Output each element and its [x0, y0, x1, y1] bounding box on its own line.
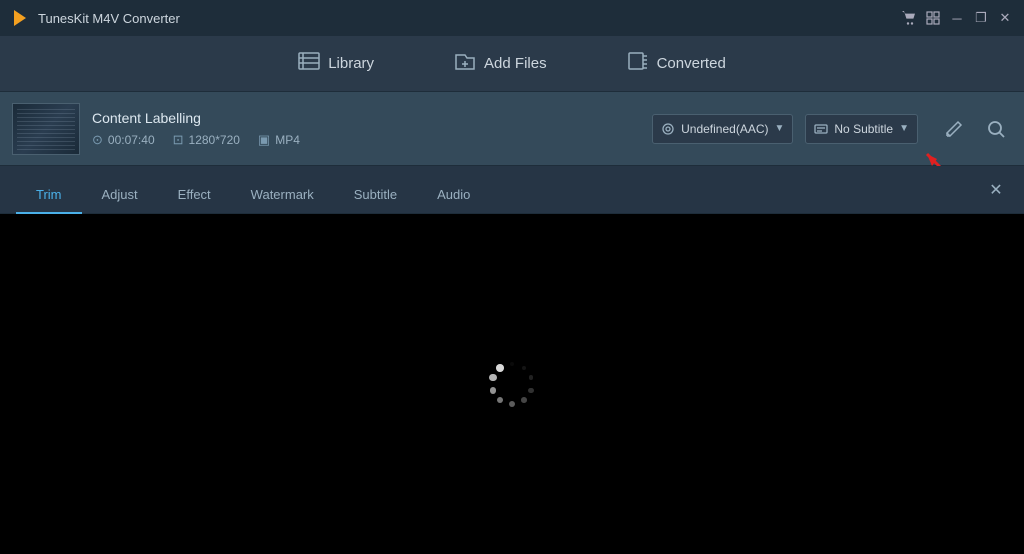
nav-converted-label: Converted — [657, 55, 726, 72]
title-bar: TunesKit M4V Converter ─ ❐ ✕ — [0, 0, 1024, 36]
close-editor-button[interactable]: ✕ — [984, 178, 1008, 202]
library-icon — [298, 52, 320, 75]
spinner-dot — [496, 364, 504, 372]
tab-subtitle-label: Subtitle — [354, 187, 397, 202]
spinner-dot — [510, 362, 514, 366]
tab-audio[interactable]: Audio — [417, 177, 490, 214]
restore-button[interactable]: ❐ — [972, 9, 990, 27]
title-bar-controls: ─ ❐ ✕ — [900, 9, 1014, 27]
top-right-icons — [938, 113, 1012, 145]
clock-icon: ⊙ — [92, 132, 103, 148]
add-files-icon — [454, 51, 476, 76]
monitor-icon: ⊡ — [173, 132, 184, 148]
audio-icon — [661, 122, 675, 136]
tab-audio-label: Audio — [437, 187, 470, 202]
resolution-meta: ⊡ 1280*720 — [173, 132, 240, 148]
tab-watermark[interactable]: Watermark — [231, 177, 334, 214]
subtitle-value: No Subtitle — [834, 122, 893, 136]
subtitle-arrow-icon: ▼ — [899, 123, 909, 134]
video-preview — [0, 214, 1024, 554]
app-logo-icon — [10, 8, 30, 28]
spinner-dot — [522, 366, 526, 370]
file-info: Content Labelling ⊙ 00:07:40 ⊡ 1280*720 … — [92, 110, 640, 148]
audio-dropdown[interactable]: Undefined(AAC) ▼ — [652, 114, 793, 144]
nav-converted[interactable]: Converted — [617, 45, 736, 82]
app-title: TunesKit M4V Converter — [38, 11, 180, 26]
format-meta: ▣ MP4 — [258, 132, 300, 148]
nav-library[interactable]: Library — [288, 46, 384, 81]
spinner-dot — [490, 387, 497, 394]
close-button[interactable]: ✕ — [996, 9, 1014, 27]
file-thumbnail — [12, 103, 80, 155]
thumbnail-image — [13, 104, 79, 154]
converted-icon — [627, 51, 649, 76]
audio-arrow-icon: ▼ — [774, 123, 784, 134]
edit-button[interactable] — [938, 113, 970, 145]
title-bar-left: TunesKit M4V Converter — [10, 8, 180, 28]
spinner-dot — [489, 374, 496, 381]
duration-meta: ⊙ 00:07:40 — [92, 132, 155, 148]
audio-value: Undefined(AAC) — [681, 122, 768, 136]
tab-effect[interactable]: Effect — [158, 177, 231, 214]
nav-library-label: Library — [328, 55, 374, 72]
subtitle-icon — [814, 122, 828, 136]
tab-adjust-label: Adjust — [102, 187, 138, 202]
editor-tabs: Trim Adjust Effect Watermark Subtitle Au… — [0, 166, 1024, 214]
spinner-dot — [521, 397, 527, 403]
content-row: Content Labelling ⊙ 00:07:40 ⊡ 1280*720 … — [0, 92, 1024, 166]
spinner-dot — [509, 401, 515, 407]
format-value: MP4 — [275, 133, 300, 147]
nav-add-files-label: Add Files — [484, 55, 547, 72]
tab-adjust[interactable]: Adjust — [82, 177, 158, 214]
tab-trim-label: Trim — [36, 187, 62, 202]
window-tiles-icon[interactable] — [924, 9, 942, 27]
resolution-value: 1280*720 — [189, 133, 240, 147]
duration-value: 00:07:40 — [108, 133, 155, 147]
tab-subtitle[interactable]: Subtitle — [334, 177, 417, 214]
spinner-dot — [529, 375, 534, 380]
loading-spinner — [487, 359, 537, 409]
shopping-cart-icon[interactable] — [900, 9, 918, 27]
file-name: Content Labelling — [92, 110, 640, 126]
tab-trim[interactable]: Trim — [16, 177, 82, 214]
top-nav: Library Add Files Converted — [0, 36, 1024, 92]
file-icon: ▣ — [258, 132, 270, 148]
editor-panel: Trim Adjust Effect Watermark Subtitle Au… — [0, 166, 1024, 554]
tab-effect-label: Effect — [178, 187, 211, 202]
minimize-button[interactable]: ─ — [948, 9, 966, 27]
nav-add-files[interactable]: Add Files — [444, 45, 557, 82]
search-button[interactable] — [980, 113, 1012, 145]
spinner-dot — [528, 388, 533, 393]
tab-watermark-label: Watermark — [251, 187, 314, 202]
spinner-dot — [497, 397, 503, 403]
file-meta: ⊙ 00:07:40 ⊡ 1280*720 ▣ MP4 — [92, 132, 640, 148]
subtitle-dropdown[interactable]: No Subtitle ▼ — [805, 114, 918, 144]
